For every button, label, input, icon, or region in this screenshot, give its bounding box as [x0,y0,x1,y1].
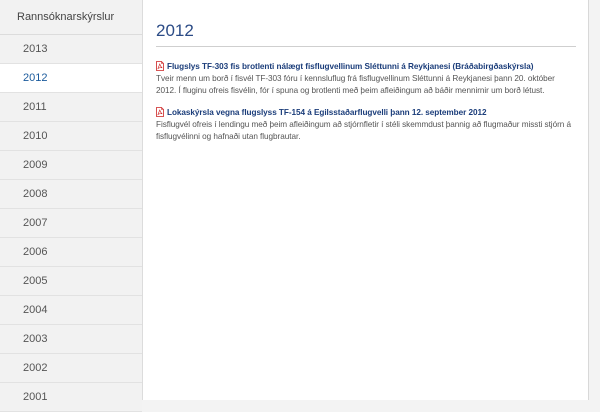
page-title: 2012 [156,21,576,47]
sidebar-item-2002[interactable]: 2002 [0,354,142,383]
report-link[interactable]: Lokaskýrsla vegna flugslyss TF-154 á Egi… [167,108,487,117]
content-frame: Rannsóknarskýrslur 2013 2012 2011 2010 2… [0,0,589,412]
sidebar-header: Rannsóknarskýrslur [0,0,142,35]
sidebar-item-2007[interactable]: 2007 [0,209,142,238]
sidebar-item-2010[interactable]: 2010 [0,122,142,151]
report-description: Fisflugvél ofreis í lendingu með þeim af… [156,120,571,141]
sidebar-item-2001[interactable]: 2001 [0,383,142,412]
report-entry: Lokaskýrsla vegna flugslyss TF-154 á Egi… [156,107,576,142]
sidebar-item-2005[interactable]: 2005 [0,267,142,296]
sidebar-item-2003[interactable]: 2003 [0,325,142,354]
report-description: Tveir menn um borð í fisvél TF-303 fóru … [156,74,555,95]
pdf-icon [156,61,164,71]
sidebar-item-2009[interactable]: 2009 [0,151,142,180]
sidebar-list: 2013 2012 2011 2010 2009 2008 2007 2006 … [0,35,142,412]
sidebar-item-2004[interactable]: 2004 [0,296,142,325]
report-title-row: Lokaskýrsla vegna flugslyss TF-154 á Egi… [156,107,576,117]
report-entry: Flugslys TF-303 fis brotlenti nálægt fis… [156,61,576,96]
sidebar-item-2011[interactable]: 2011 [0,93,142,122]
report-title-row: Flugslys TF-303 fis brotlenti nálægt fis… [156,61,576,71]
sidebar-item-2008[interactable]: 2008 [0,180,142,209]
sidebar: Rannsóknarskýrslur 2013 2012 2011 2010 2… [0,0,143,412]
main-content: 2012 Flugslys TF-303 fis brotlenti nálæg… [156,0,576,142]
sidebar-item-2013[interactable]: 2013 [0,35,142,64]
sidebar-item-2012[interactable]: 2012 [0,64,142,93]
sidebar-item-2006[interactable]: 2006 [0,238,142,267]
report-link[interactable]: Flugslys TF-303 fis brotlenti nálægt fis… [167,62,534,71]
pdf-icon [156,107,164,117]
